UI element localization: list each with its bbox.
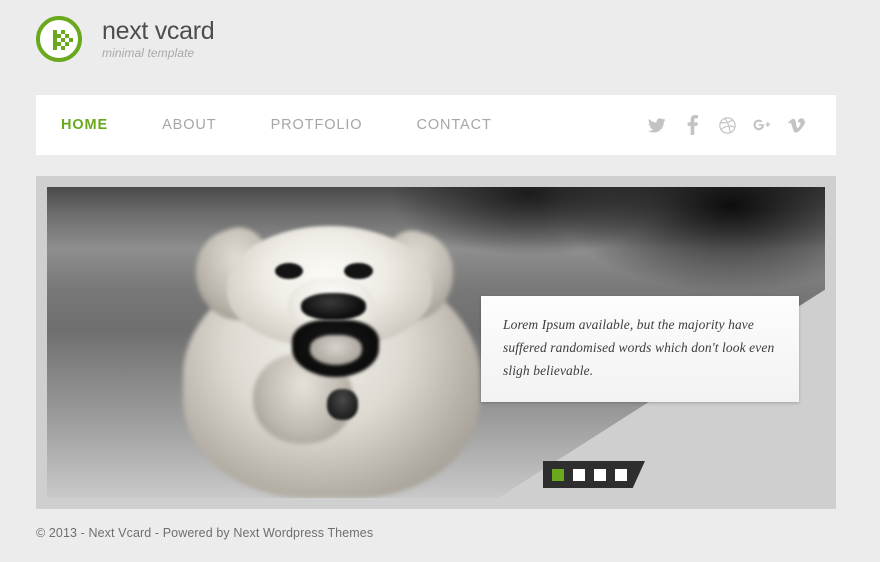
googleplus-icon[interactable] <box>753 114 771 136</box>
dog-photo-subject <box>109 196 545 498</box>
pagination-dot-2[interactable] <box>573 468 585 481</box>
dribbble-icon[interactable] <box>718 114 736 136</box>
slide-caption: Lorem Ipsum available, but the majority … <box>481 296 799 402</box>
pagination-dot-4[interactable] <box>615 468 627 481</box>
pixel-play-circle-icon <box>36 16 82 62</box>
nav-item-protfolio[interactable]: PROTFOLIO <box>271 117 363 133</box>
footer-copyright: © 2013 - Next Vcard - Powered by Next Wo… <box>36 526 374 540</box>
page-root: next vcard minimal template HOME ABOUT P… <box>0 0 880 562</box>
brand-subtitle: minimal template <box>102 45 195 60</box>
pagination-dot-1[interactable] <box>552 468 564 481</box>
social-links <box>631 114 806 136</box>
slider: Lorem Ipsum available, but the majority … <box>36 176 836 509</box>
nav-links: HOME ABOUT PROTFOLIO CONTACT <box>61 117 546 133</box>
nav-item-home[interactable]: HOME <box>61 117 108 133</box>
page-title: next vcard <box>102 17 215 46</box>
nav-item-contact[interactable]: CONTACT <box>416 117 491 133</box>
slider-pagination <box>543 461 645 488</box>
facebook-icon[interactable] <box>683 114 701 136</box>
vimeo-icon[interactable] <box>788 114 806 136</box>
brand-logo-block[interactable]: next vcard minimal template <box>36 16 215 62</box>
pagination-dot-3[interactable] <box>594 468 606 481</box>
slider-viewport: Lorem Ipsum available, but the majority … <box>47 187 825 498</box>
slide-caption-text: Lorem Ipsum available, but the majority … <box>503 317 775 379</box>
navbar: HOME ABOUT PROTFOLIO CONTACT <box>36 95 836 155</box>
nav-item-about[interactable]: ABOUT <box>162 117 216 133</box>
brand-text: next vcard minimal template <box>102 17 215 60</box>
twitter-icon[interactable] <box>648 114 666 136</box>
